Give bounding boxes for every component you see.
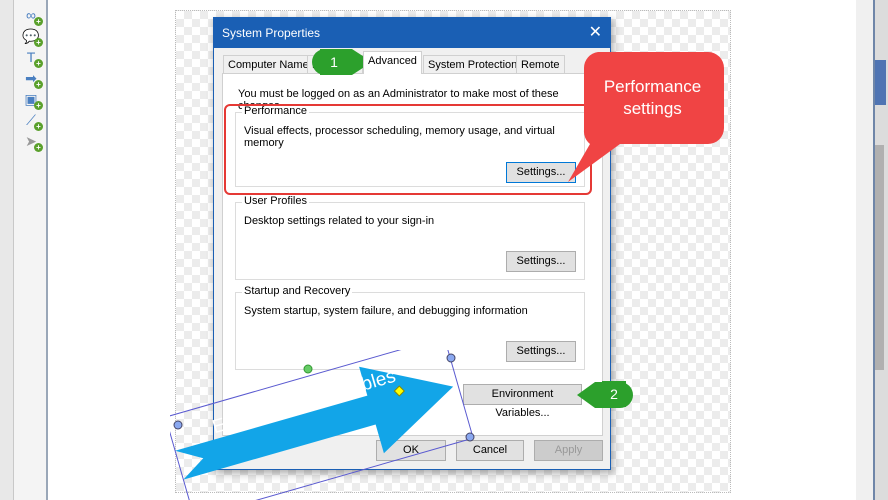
- group-desc: Desktop settings related to your sign-in: [244, 215, 435, 227]
- pointer-add-icon[interactable]: ➤ +: [22, 132, 43, 152]
- text-add-icon[interactable]: T +: [22, 48, 43, 68]
- left-panel-edge: [0, 0, 14, 500]
- scrollbar[interactable]: [873, 0, 888, 500]
- performance-callout: Performance settings: [603, 77, 702, 118]
- close-icon[interactable]: ✕: [589, 18, 602, 48]
- performance-highlight-box: [224, 104, 592, 195]
- line-add-icon[interactable]: ⟋ +: [22, 111, 43, 131]
- tab-system-protection[interactable]: System Protection: [423, 55, 523, 74]
- callout-shape: [568, 52, 724, 182]
- dialog-title: System Properties: [214, 18, 610, 48]
- group-title: User Profiles: [242, 195, 309, 207]
- group-desc: System startup, system failure, and debu…: [244, 305, 528, 317]
- shape-toolbar: ∞ + 💬 + T + ➡ + ▣ + ⟋ + ➤ +: [14, 0, 48, 500]
- right-panel: [856, 0, 873, 500]
- group-title: Startup and Recovery: [242, 285, 353, 297]
- startup-settings-button[interactable]: Settings...: [506, 341, 576, 362]
- environment-variables-button[interactable]: Environment Variables...: [463, 384, 582, 419]
- scroll-track-section: [875, 145, 884, 370]
- arrow-shape-add-icon[interactable]: ➡ +: [22, 69, 43, 89]
- apply-button[interactable]: Apply: [534, 440, 603, 461]
- user-profiles-group: User Profiles Desktop settings related t…: [235, 195, 585, 280]
- callout-add-icon[interactable]: 💬 +: [22, 27, 43, 47]
- link-add-icon[interactable]: ∞ +: [22, 6, 43, 26]
- scroll-thumb[interactable]: [875, 60, 886, 105]
- tab-advanced[interactable]: Advanced: [363, 51, 422, 74]
- frame-add-icon[interactable]: ▣ +: [22, 90, 43, 110]
- step-badge-2: 2: [602, 381, 626, 407]
- user-profiles-settings-button[interactable]: Settings...: [506, 251, 576, 272]
- tab-computer-name[interactable]: Computer Name: [223, 55, 314, 74]
- step-badge-1: 1: [320, 49, 348, 75]
- tab-remote[interactable]: Remote: [516, 55, 565, 74]
